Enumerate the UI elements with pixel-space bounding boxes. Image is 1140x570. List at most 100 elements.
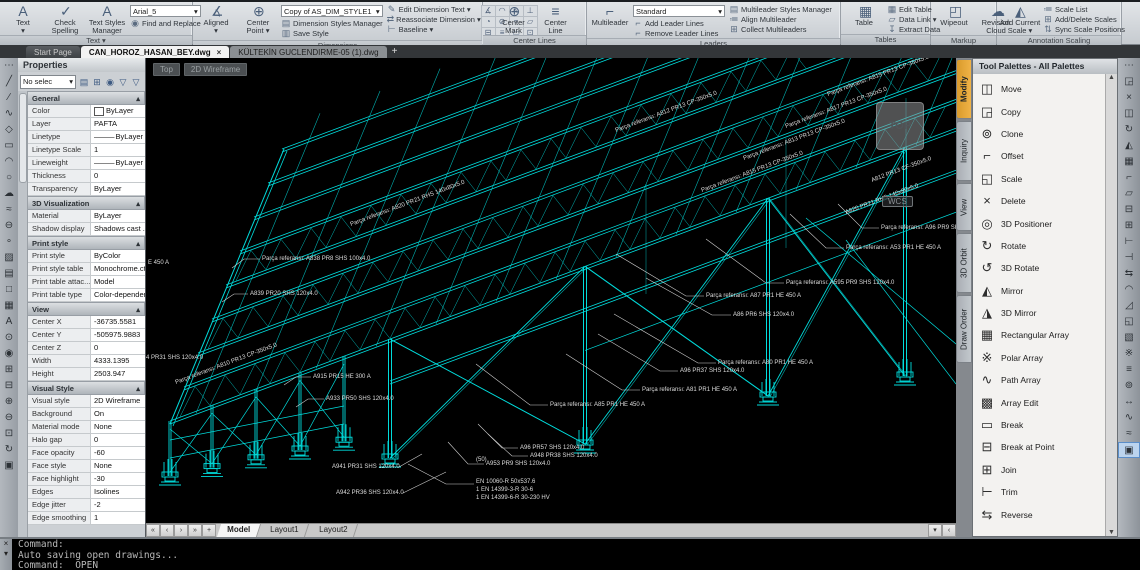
- properties-list-icon[interactable]: ▤: [78, 76, 90, 88]
- property-value[interactable]: 1: [91, 512, 145, 524]
- quick-select-icon[interactable]: ▽: [117, 76, 129, 88]
- palette-item-rotate[interactable]: ↻ Rotate: [979, 235, 1105, 257]
- explode-icon[interactable]: ※: [1118, 346, 1140, 362]
- layout-nav-button[interactable]: «: [146, 524, 160, 537]
- array-icon[interactable]: ▦: [1118, 154, 1140, 170]
- layout-nav-button[interactable]: ›: [174, 524, 188, 537]
- dim-style-combo[interactable]: Copy of AS_DIM_STYLE1 ▾: [281, 5, 383, 17]
- font-combo[interactable]: Arial_5 ▾: [130, 5, 201, 17]
- zoom-realtime-icon[interactable]: ◉: [0, 346, 18, 362]
- point-icon[interactable]: ∘: [0, 234, 18, 250]
- property-value[interactable]: None: [91, 421, 145, 433]
- property-value[interactable]: ByLayer: [91, 210, 145, 222]
- center-line-button[interactable]: ≡ Center Line: [535, 2, 577, 35]
- scale-icon[interactable]: ◱: [1118, 314, 1140, 330]
- palette-item-scale[interactable]: ◱ Scale: [979, 168, 1105, 190]
- layout-tab-layout1[interactable]: Layout1: [259, 524, 310, 537]
- zoom-in-icon[interactable]: ⊕: [0, 394, 18, 410]
- toolbar-grip[interactable]: ⋯: [0, 58, 18, 74]
- property-value[interactable]: ——— ByLayer: [91, 157, 145, 169]
- table-button[interactable]: ▦ Table: [843, 2, 885, 34]
- tab-active-drawing[interactable]: CAN_HOROZ_HASAN_BEY.dwg ×: [80, 46, 230, 58]
- palette-item-delete[interactable]: × Delete: [979, 190, 1105, 212]
- layout-scroll-button[interactable]: ▾: [928, 524, 942, 537]
- section-header[interactable]: General ▴: [28, 91, 145, 105]
- layout-tab-model[interactable]: Model: [216, 524, 262, 537]
- property-value[interactable]: Isolines: [91, 486, 145, 498]
- aligned-dimension-button[interactable]: ∡ Aligned ▾: [195, 2, 237, 40]
- mirror-icon[interactable]: ◭: [1118, 138, 1140, 154]
- layout-nav-button[interactable]: +: [202, 524, 216, 537]
- property-value[interactable]: None: [91, 460, 145, 472]
- palette-scrollbar[interactable]: ▲ ▼: [1105, 74, 1117, 536]
- layout-nav-button[interactable]: ‹: [160, 524, 174, 537]
- property-value[interactable]: 2D Wireframe: [91, 395, 145, 407]
- palette-item-break-at-point[interactable]: ⊟ Break at Point: [979, 436, 1105, 458]
- arc-icon[interactable]: ◠: [0, 154, 18, 170]
- rotate-icon[interactable]: ↻: [1118, 122, 1140, 138]
- multileader-styles-manager-button[interactable]: ▤ Multileader Styles Manager: [729, 4, 836, 14]
- palette-item-clone[interactable]: ⊚ Clone: [979, 123, 1105, 145]
- layout-scroll-button[interactable]: ‹: [942, 524, 956, 537]
- properties-palette-icon[interactable]: ▣: [1118, 442, 1140, 458]
- section-header[interactable]: Print style ▴: [28, 236, 145, 250]
- revision-cloud-icon[interactable]: ☁: [0, 186, 18, 202]
- edit-polyline-icon[interactable]: ∿: [1118, 410, 1140, 426]
- drawing-canvas[interactable]: Parça referansı: A810 PR13 CP-350x5.0 Par…: [146, 58, 956, 523]
- palette-item-mirror[interactable]: ◭ Mirror: [979, 280, 1105, 302]
- zoom-out-icon[interactable]: ⊖: [0, 410, 18, 426]
- chevron-down-icon[interactable]: ▾: [4, 549, 8, 559]
- center-point-button[interactable]: ⊕ Center Point ▾: [237, 2, 279, 40]
- toggle-pickadd-icon[interactable]: ⊞: [91, 76, 103, 88]
- table-icon[interactable]: ▦: [0, 298, 18, 314]
- scroll-up-icon[interactable]: ▲: [1108, 74, 1115, 81]
- mtext-icon[interactable]: A: [0, 314, 18, 330]
- stretch-icon[interactable]: ▱: [1118, 186, 1140, 202]
- toolbar-grip[interactable]: ⋯: [1118, 58, 1140, 74]
- copy-icon[interactable]: ◲: [1118, 74, 1140, 90]
- palette-item-3d-positioner[interactable]: ◎ 3D Positioner: [979, 212, 1105, 234]
- property-value[interactable]: 4333.1395: [91, 355, 145, 367]
- ribbon-group-label-tables[interactable]: Tables: [841, 34, 930, 45]
- viewcube[interactable]: TOP: [876, 102, 924, 150]
- property-value[interactable]: -2: [91, 499, 145, 511]
- palette-tab-draw-order[interactable]: Draw Order: [956, 295, 972, 363]
- selection-filter-combo[interactable]: No selec ▾: [20, 74, 76, 89]
- palette-item-break[interactable]: ▭ Break: [979, 414, 1105, 436]
- property-value[interactable]: -30: [91, 473, 145, 485]
- properties-title[interactable]: Properties: [18, 58, 145, 72]
- align-multileader-button[interactable]: ≔ Align Multileader: [729, 14, 836, 24]
- palette-item-move[interactable]: ◫ Move: [979, 78, 1105, 100]
- add-leader-lines-button[interactable]: ⌐ Add Leader Lines: [633, 18, 725, 28]
- mleader-style-combo[interactable]: Standard ▾: [633, 5, 725, 17]
- section-header[interactable]: View ▴: [28, 302, 145, 316]
- chamfer-icon[interactable]: ◿: [1118, 298, 1140, 314]
- trim-icon[interactable]: ⊢: [1118, 234, 1140, 250]
- match-properties-icon[interactable]: ⊚: [1118, 378, 1140, 394]
- baseline-button[interactable]: ⊢ Baseline ▾: [387, 24, 477, 34]
- palette-item-rectangular-array[interactable]: ▦ Rectangular Array: [979, 324, 1105, 346]
- named-views-icon[interactable]: ▣: [0, 458, 18, 474]
- move-icon[interactable]: ◫: [1118, 106, 1140, 122]
- line-icon[interactable]: ╱: [0, 74, 18, 90]
- viewport-visualstyle-control[interactable]: 2D Wireframe: [183, 63, 248, 76]
- scrollbar-thumb[interactable]: [19, 93, 27, 183]
- construction-line-icon[interactable]: ∕: [0, 90, 18, 106]
- palette-item-offset[interactable]: ⌐ Offset: [979, 145, 1105, 167]
- palette-item-polar-array[interactable]: ※ Polar Array: [979, 347, 1105, 369]
- section-header[interactable]: Visual Style ▴: [28, 381, 145, 395]
- property-value[interactable]: -36735.5581: [91, 316, 145, 328]
- palette-item-array-edit[interactable]: ▩ Array Edit: [979, 391, 1105, 413]
- edit-spline-icon[interactable]: ≈: [1118, 426, 1140, 442]
- zoom-previous-icon[interactable]: ⊟: [0, 378, 18, 394]
- close-icon[interactable]: ×: [4, 539, 9, 549]
- extend-icon[interactable]: ⊣: [1118, 250, 1140, 266]
- palette-item-path-array[interactable]: ∿ Path Array: [979, 369, 1105, 391]
- sync-scale-positions-button[interactable]: ⇅ Sync Scale Positions: [1043, 24, 1125, 34]
- gradient-icon[interactable]: ▤: [0, 266, 18, 282]
- circle-icon[interactable]: ○: [0, 170, 18, 186]
- quick-properties-icon[interactable]: ▽: [130, 76, 142, 88]
- property-value[interactable]: ByColor: [91, 250, 145, 262]
- rectangle-icon[interactable]: ▭: [0, 138, 18, 154]
- tool-palettes-title[interactable]: Tool Palettes - All Palettes: [973, 59, 1117, 74]
